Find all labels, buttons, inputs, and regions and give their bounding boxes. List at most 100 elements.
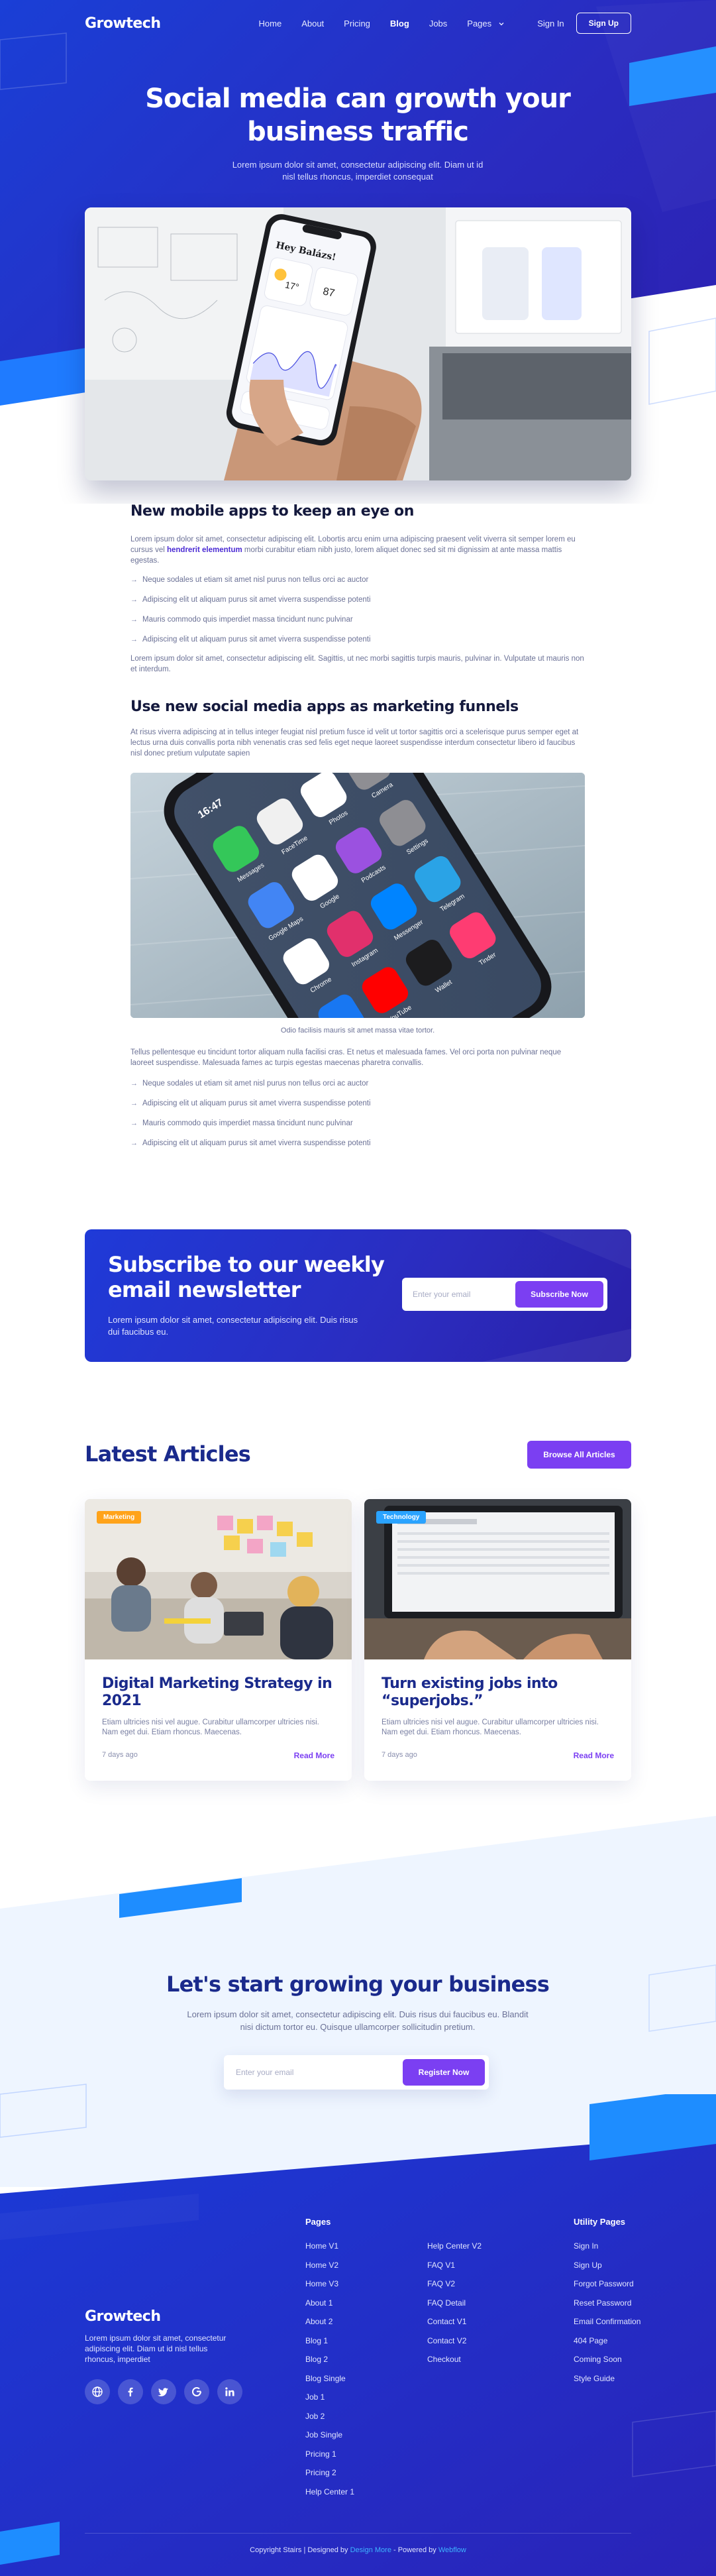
card-description: Etiam ultricies nisi vel augue. Curabitu… [382,1718,599,1736]
footer-link[interactable]: Pricing 1 [305,2445,354,2464]
nav-about[interactable]: About [301,19,324,28]
footer-pages-title: Pages [305,2217,331,2227]
read-more-link[interactable]: Read More [294,1751,334,1760]
card-title[interactable]: Digital Marketing Strategy in 2021 [102,1675,334,1710]
footer-link[interactable]: Help Center V2 [427,2237,482,2256]
newsletter-form: Subscribe Now [402,1278,607,1311]
article-paragraph-1: Lorem ipsum dolor sit amet, consectetur … [130,534,585,566]
phone-stat: 87 [322,286,336,299]
card-tag: Technology [376,1511,427,1524]
card-description: Etiam ultricies nisi vel augue. Curabitu… [102,1718,319,1736]
footer-link[interactable]: Coming Soon [574,2350,640,2369]
footer-link[interactable]: About 2 [305,2312,354,2331]
article-card-2[interactable]: Technology Turn existing jobs into “supe… [364,1499,631,1781]
footer-link[interactable]: Job 1 [305,2388,354,2407]
footer-link[interactable]: Sign In [574,2237,640,2256]
latest-articles-title: Latest Articles [85,1441,251,1467]
read-more-link[interactable]: Read More [574,1751,614,1760]
top-nav: Growtech Home About Pricing Blog Jobs Pa… [85,12,631,34]
footer-utility-title: Utility Pages [574,2217,626,2227]
cta-title: Let's start growing your business [166,1972,550,1997]
footer-logo[interactable]: Growtech [85,2308,161,2325]
webflow-link[interactable]: Webflow [438,2546,466,2554]
cta-email-input[interactable] [236,2068,403,2077]
designer-link[interactable]: Design More [350,2546,391,2554]
subscribe-button[interactable]: Subscribe Now [515,1281,603,1308]
article-card-1[interactable]: Marketing Digital Marketing Strategy in … [85,1499,352,1781]
nav-home[interactable]: Home [259,19,282,28]
footer-link[interactable]: Email Confirmation [574,2312,640,2331]
newsletter-title: Subscribe to our weekly email newsletter [108,1252,385,1302]
card-title[interactable]: Turn existing jobs into “superjobs.” [382,1675,613,1710]
article-list-2: Neque sodales ut etiam sit amet nisl pur… [130,1074,585,1153]
footer-link[interactable]: Blog 2 [305,2350,354,2369]
footer-link[interactable]: FAQ V1 [427,2256,482,2275]
google-icon[interactable] [184,2379,209,2404]
footer-link[interactable]: Job Single [305,2426,354,2445]
article-paragraph-2: Lorem ipsum dolor sit amet, consectetur … [130,655,584,673]
linkedin-icon[interactable] [217,2379,242,2404]
footer-link[interactable]: Sign Up [574,2256,640,2275]
list-item: Mauris commodo quis imperdiet massa tinc… [130,610,585,630]
footer-link[interactable]: Reset Password [574,2294,640,2313]
footer-pages-column-2: Help Center V2 FAQ V1 FAQ V2 FAQ Detail Cont… [427,2237,482,2369]
hero-image: Hey Balázs! 17° 87 [85,207,631,480]
footer-link[interactable]: FAQ V2 [427,2274,482,2294]
nav-jobs[interactable]: Jobs [429,19,447,28]
copyright: Copyright Stairs | Designed by Design Mo… [0,2546,716,2554]
browse-articles-button[interactable]: Browse All Articles [527,1441,631,1469]
footer-pages-list-2: Help Center V2 FAQ V1 FAQ V2 FAQ Detail Cont… [427,2237,482,2369]
footer-pages-list-1: Home V1 Home V2 Home V3 About 1 About 2 Blog … [305,2237,354,2501]
list-item: Adipiscing elit ut aliquam purus sit ame… [130,630,585,649]
globe-icon[interactable] [85,2379,110,2404]
signup-button[interactable]: Sign Up [576,13,631,34]
facebook-icon[interactable] [118,2379,143,2404]
footer-link[interactable]: Forgot Password [574,2274,640,2294]
list-item: Neque sodales ut etiam sit amet nisl pur… [130,570,585,590]
social-links [85,2379,242,2404]
list-item: Neque sodales ut etiam sit amet nisl pur… [130,1074,585,1093]
footer-link[interactable]: Help Center 1 [305,2483,354,2502]
card-date: 7 days ago [102,1751,138,1759]
footer-description: Lorem ipsum dolor sit amet, consectetur … [85,2333,227,2364]
article-highlight: hendrerit elementum [166,546,242,554]
register-button[interactable]: Register Now [403,2059,485,2086]
list-item: Adipiscing elit ut aliquam purus sit ame… [130,1133,585,1153]
footer-link[interactable]: Blog 1 [305,2331,354,2351]
footer-link[interactable]: Home V2 [305,2256,354,2275]
card-date: 7 days ago [382,1751,417,1759]
footer-link[interactable]: Style Guide [574,2369,640,2388]
footer-link[interactable]: Checkout [427,2350,482,2369]
nav-auth: Sign In Sign Up [537,13,631,34]
footer-pages-column: Pages Home V1 Home V2 Home V3 About 1 About … [305,2217,354,2501]
newsletter-email-input[interactable] [413,1290,515,1299]
footer-link[interactable]: FAQ Detail [427,2294,482,2313]
article-image-phone: 16:47 Messages FaceTime Photos Camera Google… [130,773,585,1018]
twitter-icon[interactable] [151,2379,176,2404]
chevron-down-icon [499,23,504,26]
hero-subtitle: Lorem ipsum dolor sit amet, consectetur … [232,160,484,182]
footer-utility-list: Sign In Sign Up Forgot Password Reset Passw… [574,2237,640,2388]
signin-link[interactable]: Sign In [537,19,564,28]
footer-link[interactable]: 404 Page [574,2331,640,2351]
footer-link[interactable]: About 1 [305,2294,354,2313]
nav-pages-dropdown[interactable]: Pages [467,19,505,28]
image-caption: Odio facilisis mauris sit amet massa vit… [280,1027,435,1035]
footer-link[interactable]: Home V3 [305,2274,354,2294]
footer-link[interactable]: Pricing 2 [305,2463,354,2483]
footer-link[interactable]: Home V1 [305,2237,354,2256]
nav-pricing[interactable]: Pricing [344,19,370,28]
card-image-laptop: Technology [364,1499,631,1659]
nav-blog[interactable]: Blog [390,19,409,28]
cta-form: Register Now [224,2055,489,2090]
list-item: Mauris commodo quis imperdiet massa tinc… [130,1113,585,1133]
footer-link[interactable]: Blog Single [305,2369,354,2388]
site-logo[interactable]: Growtech [85,15,161,32]
article-paragraph-3: At risus viverra adipiscing at in tellus… [130,728,579,757]
footer-utility-column: Utility Pages Sign In Sign Up Forgot Passw… [574,2217,640,2388]
card-tag: Marketing [97,1511,142,1524]
copyright-text: Copyright Stairs | Designed by [250,2546,350,2554]
footer-link[interactable]: Job 2 [305,2407,354,2426]
footer-link[interactable]: Contact V2 [427,2331,482,2351]
footer-link[interactable]: Contact V1 [427,2312,482,2331]
